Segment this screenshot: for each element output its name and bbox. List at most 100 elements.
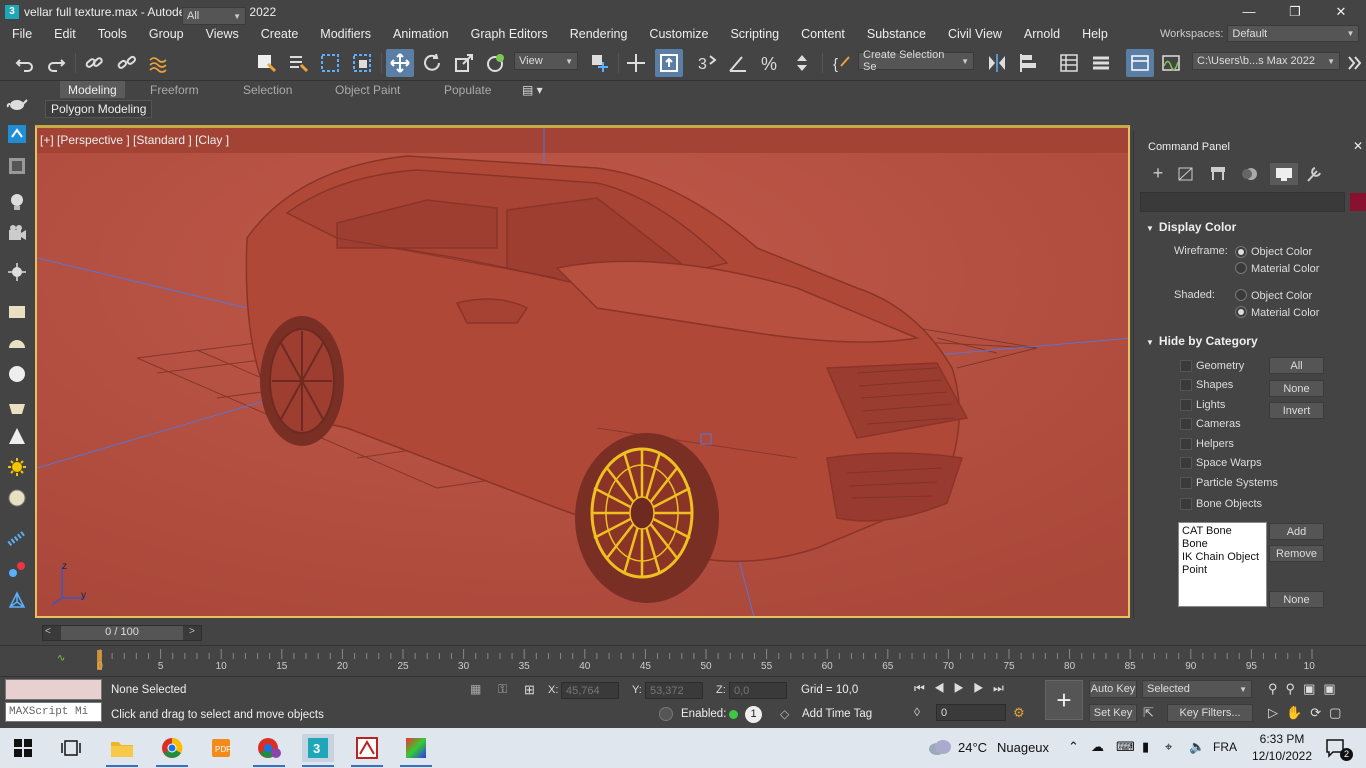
- enabled-count-badge[interactable]: 1: [745, 706, 762, 723]
- molecule-icon[interactable]: [5, 558, 29, 582]
- all-button[interactable]: All: [1269, 357, 1324, 374]
- reference-coordinate-dropdown[interactable]: View ▼: [514, 52, 578, 70]
- select-object-icon[interactable]: [252, 49, 280, 77]
- maxscript-listener-top[interactable]: [5, 679, 102, 700]
- go-to-end-icon[interactable]: ⏭: [993, 681, 1013, 695]
- hide-cameras-checkbox[interactable]: [1180, 418, 1192, 430]
- plane-icon[interactable]: [5, 300, 29, 324]
- file-explorer-icon[interactable]: [106, 734, 138, 762]
- hierarchy-tab-icon[interactable]: [1208, 165, 1236, 183]
- rotate-icon[interactable]: [418, 49, 446, 77]
- align-icon[interactable]: [1015, 49, 1043, 77]
- zoom-all-icon[interactable]: ⚲: [1286, 681, 1304, 696]
- place-icon[interactable]: [482, 49, 510, 77]
- material-sphere-icon[interactable]: [5, 486, 29, 510]
- clock-date[interactable]: 12/10/2022: [1248, 749, 1316, 763]
- display-tab-icon[interactable]: [1270, 163, 1298, 185]
- add-time-tag[interactable]: Add Time Tag: [802, 708, 872, 720]
- auto-key-button[interactable]: Auto Key: [1089, 680, 1137, 698]
- motion-tab-icon[interactable]: [1240, 165, 1268, 183]
- chevron-up-icon[interactable]: ⌃: [1068, 739, 1079, 755]
- hide-shapes-checkbox[interactable]: [1180, 379, 1192, 391]
- menu-customize[interactable]: Customize: [637, 27, 718, 41]
- viewport-label[interactable]: [+] [Perspective ] [Standard ] [Clay ]: [40, 133, 229, 147]
- curve-editor-icon[interactable]: [1157, 49, 1185, 77]
- language-indicator[interactable]: FRA: [1213, 740, 1237, 754]
- tab-populate[interactable]: Populate: [444, 81, 491, 98]
- weather-cloud-icon[interactable]: [927, 738, 953, 759]
- set-key-big-button[interactable]: +: [1045, 680, 1083, 720]
- menu-substance[interactable]: Substance: [855, 27, 936, 41]
- maximize-viewport-icon[interactable]: ▢: [1329, 705, 1349, 720]
- add-button[interactable]: Add: [1269, 523, 1324, 540]
- menu-arnold[interactable]: Arnold: [1012, 27, 1070, 41]
- sun-icon[interactable]: [5, 455, 29, 479]
- teapot-icon[interactable]: [5, 91, 29, 115]
- zoom-extents-all-icon[interactable]: ▣: [1323, 681, 1343, 696]
- time-config-icon[interactable]: ◊: [914, 705, 920, 719]
- modify-tab-icon[interactable]: [1176, 165, 1204, 183]
- menu-rendering[interactable]: Rendering: [558, 27, 638, 41]
- menu-create[interactable]: Create: [249, 27, 309, 41]
- wireframe-object-color-radio[interactable]: [1235, 246, 1247, 258]
- menu-graph-editors[interactable]: Graph Editors: [459, 27, 558, 41]
- menu-views[interactable]: Views: [194, 27, 249, 41]
- redo-icon[interactable]: [42, 49, 70, 77]
- chevron-right-icon[interactable]: >: [189, 626, 195, 637]
- list-item[interactable]: IK Chain Object: [1182, 551, 1263, 564]
- image-viewer-icon[interactable]: [351, 734, 383, 762]
- tab-freeform[interactable]: Freeform: [150, 81, 199, 98]
- restore-button[interactable]: ❐: [1272, 0, 1318, 23]
- camera-icon[interactable]: [5, 222, 29, 246]
- pan-hand-icon[interactable]: ✋: [1286, 705, 1310, 720]
- field-of-view-icon[interactable]: ▷: [1268, 705, 1286, 720]
- undo-icon[interactable]: [11, 49, 39, 77]
- orbit-icon[interactable]: ⟳: [1310, 705, 1329, 720]
- snaps-toggle-icon[interactable]: 3: [692, 49, 720, 77]
- clock-time[interactable]: 6:33 PM: [1252, 732, 1312, 746]
- color-palette-app-icon[interactable]: [400, 734, 432, 762]
- hide-geometry-checkbox[interactable]: [1180, 360, 1192, 372]
- sphere-icon[interactable]: [5, 362, 29, 386]
- mirror-icon[interactable]: [983, 49, 1011, 77]
- object-name-field[interactable]: [1140, 192, 1345, 212]
- zoom-icon[interactable]: ⚲: [1268, 681, 1286, 696]
- scale-icon[interactable]: [450, 49, 478, 77]
- chevron-left-icon[interactable]: <: [45, 626, 51, 637]
- hide-bone-objects-checkbox[interactable]: [1180, 498, 1192, 510]
- windows-start-icon[interactable]: [7, 734, 39, 762]
- rig-icon[interactable]: [5, 588, 29, 612]
- render-frame-icon[interactable]: [5, 154, 29, 178]
- time-configuration-icon[interactable]: ⚙: [1013, 705, 1025, 721]
- z-coord-field[interactable]: 0,0: [729, 682, 787, 699]
- scene-explorer-icon[interactable]: [1055, 49, 1083, 77]
- onedrive-cloud-icon[interactable]: ☁: [1091, 739, 1104, 755]
- maxscript-mini-listener[interactable]: MAXScript Mi: [5, 702, 102, 722]
- rectangular-selection-icon[interactable]: [316, 49, 344, 77]
- hide-particle-systems-checkbox[interactable]: [1180, 477, 1192, 489]
- pivot-center-icon[interactable]: [586, 49, 614, 77]
- menu-scripting[interactable]: Scripting: [718, 27, 789, 41]
- enabled-indicator[interactable]: [729, 710, 738, 719]
- polygon-modeling-panel[interactable]: Polygon Modeling: [45, 100, 153, 118]
- ribbon-options-icon[interactable]: ▤ ▾: [522, 81, 543, 98]
- close-button[interactable]: ✕: [1318, 0, 1364, 23]
- key-filter-dropdown[interactable]: Selected ▼: [1142, 680, 1252, 698]
- project-folder-dropdown[interactable]: C:\Users\b...s Max 2022 ▼: [1192, 52, 1340, 70]
- spinner-snap-icon[interactable]: [788, 49, 816, 77]
- edit-named-selection-icon[interactable]: {: [828, 49, 856, 77]
- utilities-tab-icon[interactable]: [1304, 165, 1332, 183]
- current-frame-spinner[interactable]: 0: [936, 704, 1006, 721]
- create-tab-icon[interactable]: +: [1144, 163, 1172, 185]
- next-frame-icon[interactable]: ▶: [973, 681, 993, 695]
- hide-space-warps-checkbox[interactable]: [1180, 457, 1192, 469]
- object-color-swatch[interactable]: [1350, 193, 1366, 211]
- shaded-object-color-radio[interactable]: [1235, 289, 1247, 301]
- layer-explorer-icon[interactable]: [1087, 49, 1115, 77]
- tab-selection[interactable]: Selection: [243, 81, 292, 98]
- lock-icon[interactable]: ⚿: [498, 682, 507, 697]
- adaptive-degradation-icon[interactable]: [659, 707, 673, 721]
- toggle-ribbon-icon[interactable]: [1126, 49, 1154, 77]
- curve-editor-mini-icon[interactable]: ∿: [57, 653, 65, 664]
- chrome-icon[interactable]: [156, 734, 188, 762]
